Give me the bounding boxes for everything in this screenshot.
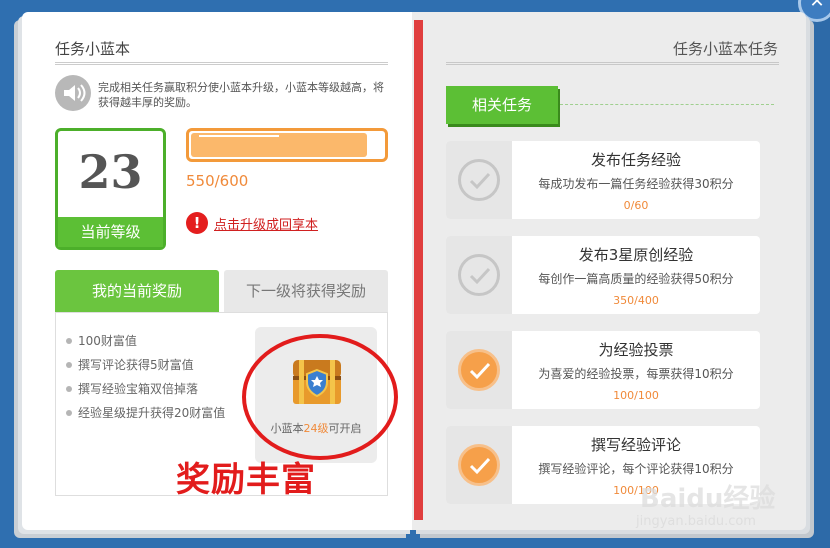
task-progress: 0/60 xyxy=(623,199,649,212)
tab-next-rewards[interactable]: 下一级将获得奖励 xyxy=(224,270,388,312)
task-description: 每成功发布一篇任务经验获得30积分 xyxy=(538,177,734,191)
task-status-area xyxy=(446,426,512,504)
task-status-area xyxy=(446,331,512,409)
task-description: 为喜爱的经验投票，每票获得10积分 xyxy=(538,367,734,381)
level-label: 当前等级 xyxy=(58,217,163,247)
list-item: 撰写经验宝箱双倍掉落 xyxy=(64,380,225,404)
task-title: 发布3星原创经验 xyxy=(578,246,694,264)
description-text: 完成相关任务赢取积分使小蓝本升级，小蓝本等级越高，将获得越丰厚的奖励。 xyxy=(98,81,384,109)
check-circle-icon xyxy=(458,349,500,391)
list-item: 撰写评论获得5财富值 xyxy=(64,356,225,380)
list-item: 100财富值 xyxy=(64,332,225,356)
level-progress-bar xyxy=(186,128,388,162)
right-page-title: 任务小蓝本任务 xyxy=(672,40,778,58)
task-title: 为经验投票 xyxy=(598,341,674,359)
title-divider xyxy=(55,62,388,65)
check-circle-icon xyxy=(458,159,500,201)
task-title: 发布任务经验 xyxy=(590,151,681,169)
check-circle-icon xyxy=(458,444,500,486)
annotation-circle xyxy=(242,334,398,460)
task-card[interactable]: 发布3星原创经验 每创作一篇高质量的经验获得50积分 350/400 xyxy=(446,236,760,314)
title-divider xyxy=(446,62,779,65)
watermark-logo: Baidu经验 xyxy=(640,484,776,514)
task-card[interactable]: 为经验投票 为喜爱的经验投票，每票获得10积分 100/100 xyxy=(446,331,760,409)
task-description: 每创作一篇高质量的经验获得50积分 xyxy=(538,272,734,286)
related-tasks-tag: 相关任务 xyxy=(446,86,558,124)
book-spine xyxy=(414,20,423,520)
task-status-area xyxy=(446,236,512,314)
speaker-icon[interactable] xyxy=(55,75,91,111)
check-circle-icon xyxy=(458,254,500,296)
annotation-text: 奖励丰富 xyxy=(176,460,316,500)
task-description: 撰写经验评论，每个评论获得10积分 xyxy=(538,462,734,476)
progress-text: 550/600 xyxy=(186,172,249,190)
warning-icon: ! xyxy=(186,212,208,234)
task-progress: 100/100 xyxy=(613,389,659,402)
progress-shine xyxy=(199,135,279,137)
level-value: 23 xyxy=(78,145,143,199)
task-card[interactable]: 发布任务经验 每成功发布一篇任务经验获得30积分 0/60 xyxy=(446,141,760,219)
level-card: 23 当前等级 xyxy=(55,128,166,250)
upgrade-link[interactable]: 点击升级成回享本 xyxy=(214,214,318,233)
task-title: 撰写经验评论 xyxy=(590,436,681,454)
task-status-area xyxy=(446,141,512,219)
tab-current-rewards[interactable]: 我的当前奖励 xyxy=(55,270,219,312)
dashed-divider xyxy=(560,104,774,105)
rewards-list: 100财富值 撰写评论获得5财富值 撰写经验宝箱双倍掉落 经验星级提升获得20财… xyxy=(64,332,225,428)
task-progress: 350/400 xyxy=(613,294,659,307)
watermark-url: jingyan.baidu.com xyxy=(636,514,756,529)
page-title: 任务小蓝本 xyxy=(55,40,131,58)
list-item: 经验星级提升获得20财富值 xyxy=(64,404,225,428)
